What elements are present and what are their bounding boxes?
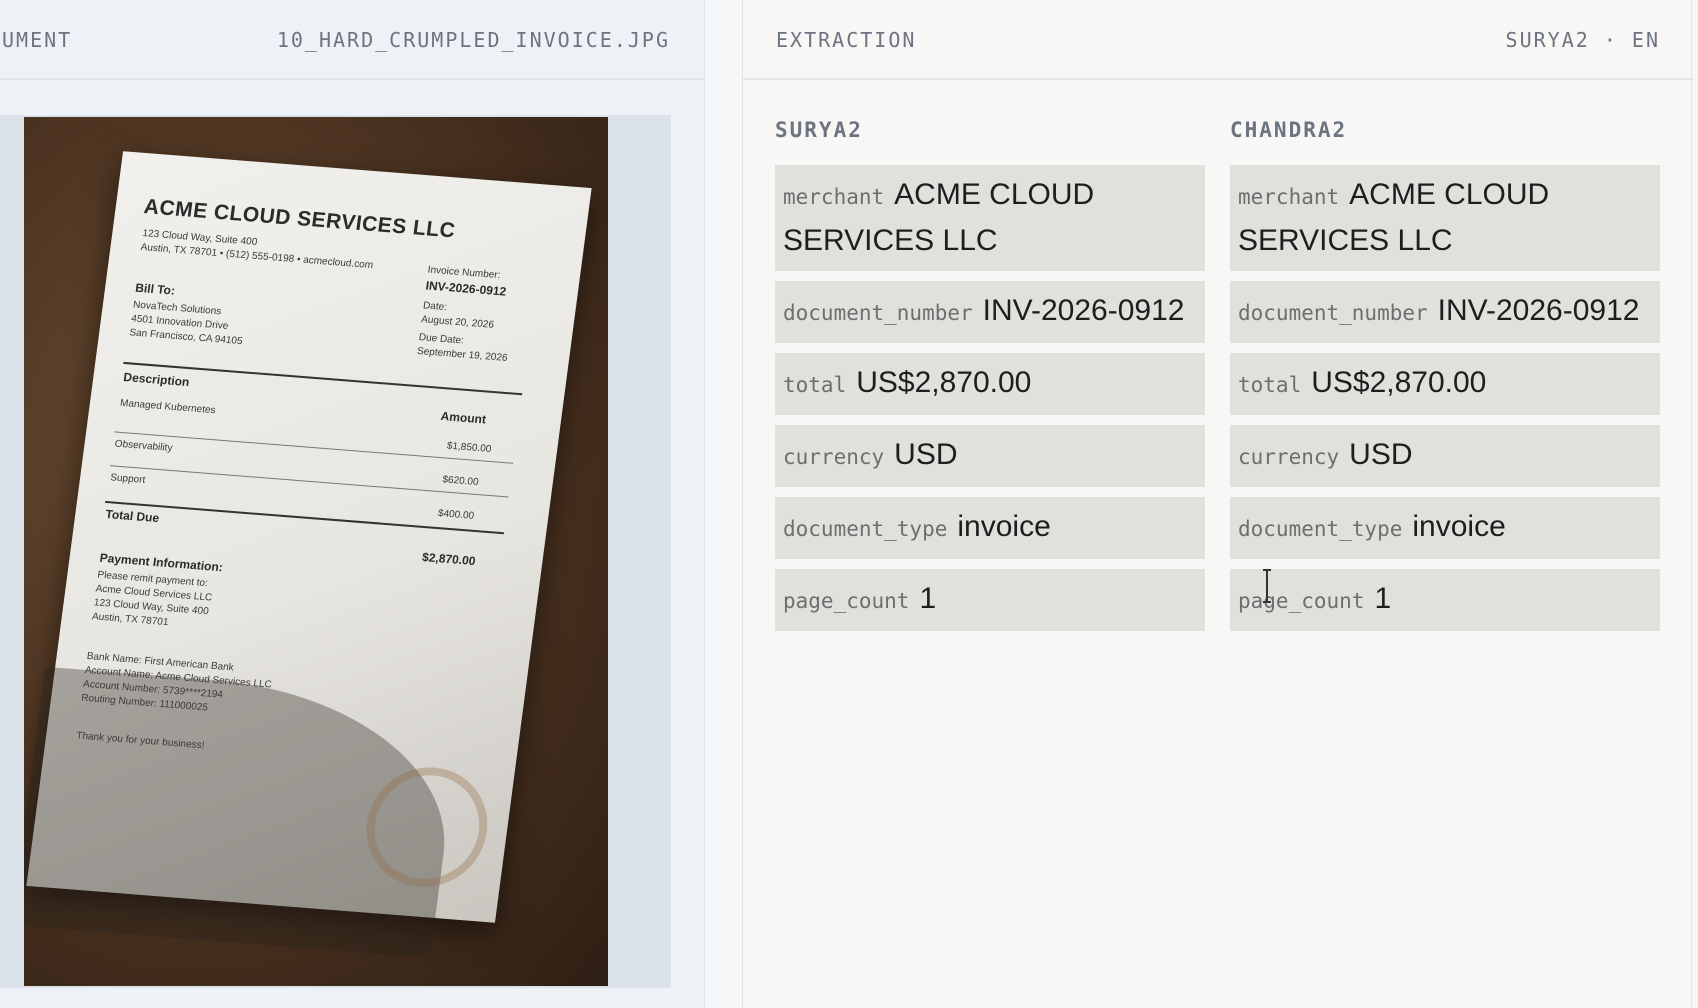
field-key: currency bbox=[783, 445, 885, 469]
surya2-merchant-field[interactable]: merchant ACME CLOUD SERVICES LLC bbox=[775, 165, 1205, 271]
field-key: page_count bbox=[783, 589, 910, 613]
invoice-due: September 19, 2026 bbox=[416, 345, 509, 364]
invoice-photo[interactable]: ACME CLOUD SERVICES LLC 123 Cloud Way, S… bbox=[24, 117, 608, 986]
surya2-page-count-field[interactable]: page_count 1 bbox=[775, 569, 1205, 631]
description-header: Description bbox=[122, 370, 191, 390]
surya2-total-field[interactable]: total US$2,870.00 bbox=[775, 353, 1205, 415]
item-amount-1: $1,850.00 bbox=[446, 440, 492, 455]
chandra2-document-type-field[interactable]: document_type invoice bbox=[1230, 497, 1660, 559]
item-desc-3: Support bbox=[109, 472, 146, 486]
field-key: total bbox=[783, 373, 847, 397]
field-value: invoice bbox=[957, 510, 1051, 543]
surya2-column: SURYA2 merchant ACME CLOUD SERVICES LLC d… bbox=[775, 118, 1205, 641]
chandra2-total-field[interactable]: total US$2,870.00 bbox=[1230, 353, 1660, 415]
chandra2-currency-field[interactable]: currency USD bbox=[1230, 425, 1660, 487]
field-value: 1 bbox=[919, 582, 937, 615]
extraction-pane: EXTRACTION SURYA2 · EN SURYA2 merchant AC… bbox=[742, 0, 1693, 1008]
field-value: USD bbox=[894, 438, 958, 471]
field-key: total bbox=[1238, 373, 1302, 397]
field-key: document_type bbox=[783, 517, 948, 541]
total-label: Total Due bbox=[104, 507, 161, 526]
extraction-section-label: EXTRACTION bbox=[776, 28, 917, 52]
document-pane: UMENT 10_HARD_CRUMPLED_INVOICE.JPG ACME … bbox=[0, 0, 705, 1008]
item-amount-2: $620.00 bbox=[441, 474, 480, 489]
field-value: INV-2026-0912 bbox=[1437, 294, 1640, 327]
field-key: document_number bbox=[783, 301, 973, 325]
field-key: currency bbox=[1238, 445, 1340, 469]
field-value: invoice bbox=[1412, 510, 1506, 543]
field-key: document_type bbox=[1238, 517, 1403, 541]
document-header: UMENT 10_HARD_CRUMPLED_INVOICE.JPG bbox=[0, 0, 705, 80]
field-value: US$2,870.00 bbox=[856, 366, 1032, 399]
invoice-address2: Austin, TX 78701 • (512) 555-0198 • acme… bbox=[139, 241, 374, 272]
extraction-engine-label: SURYA2 · EN bbox=[1505, 28, 1660, 52]
total-amount: $2,870.00 bbox=[421, 549, 477, 569]
item-desc-1: Managed Kubernetes bbox=[119, 397, 217, 417]
field-key: merchant bbox=[1238, 185, 1340, 209]
surya2-currency-field[interactable]: currency USD bbox=[775, 425, 1205, 487]
field-value: INV-2026-0912 bbox=[982, 294, 1185, 327]
invoice-date: August 20, 2026 bbox=[420, 314, 495, 331]
surya2-column-title: SURYA2 bbox=[775, 118, 863, 142]
document-filename: 10_HARD_CRUMPLED_INVOICE.JPG bbox=[276, 28, 670, 52]
bill-to-label: Bill To: bbox=[134, 280, 176, 298]
extraction-header: EXTRACTION SURYA2 · EN bbox=[743, 0, 1693, 80]
item-amount-3: $400.00 bbox=[437, 508, 475, 522]
chandra2-column: CHANDRA2 merchant ACME CLOUD SERVICES LLC… bbox=[1230, 118, 1660, 641]
field-value: USD bbox=[1349, 438, 1413, 471]
amount-header: Amount bbox=[439, 409, 487, 427]
surya2-document-type-field[interactable]: document_type invoice bbox=[775, 497, 1205, 559]
chandra2-column-title: CHANDRA2 bbox=[1230, 118, 1348, 142]
chandra2-page-count-field[interactable]: page_count 1 bbox=[1230, 569, 1660, 631]
surya2-document-number-field[interactable]: document_number INV-2026-0912 bbox=[775, 281, 1205, 343]
field-key: document_number bbox=[1238, 301, 1428, 325]
chandra2-merchant-field[interactable]: merchant ACME CLOUD SERVICES LLC bbox=[1230, 165, 1660, 271]
document-preview-frame: ACME CLOUD SERVICES LLC 123 Cloud Way, S… bbox=[0, 115, 671, 988]
field-value: 1 bbox=[1374, 582, 1392, 615]
chandra2-document-number-field[interactable]: document_number INV-2026-0912 bbox=[1230, 281, 1660, 343]
item-desc-2: Observability bbox=[114, 438, 174, 454]
invoice-paper: ACME CLOUD SERVICES LLC 123 Cloud Way, S… bbox=[24, 151, 592, 958]
text-cursor-icon bbox=[1263, 569, 1271, 603]
field-key: page_count bbox=[1238, 589, 1365, 613]
document-section-label: UMENT bbox=[2, 28, 73, 52]
field-key: merchant bbox=[783, 185, 885, 209]
field-value: US$2,870.00 bbox=[1311, 366, 1487, 399]
